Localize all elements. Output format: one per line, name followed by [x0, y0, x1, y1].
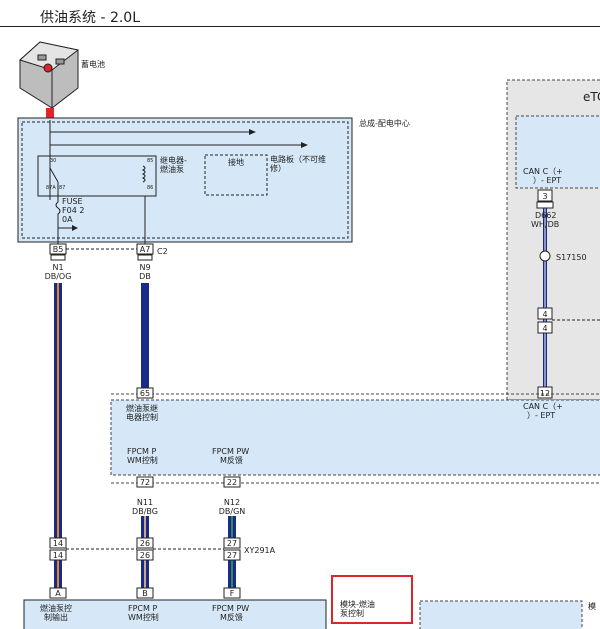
bottom-pwm-2: WM控制: [128, 612, 159, 622]
connector-a7-housing: [137, 254, 153, 261]
fpcm-pwm-out-2: WM控制: [127, 455, 158, 465]
wire-n11-id: N11: [137, 498, 153, 507]
connector-a7-label: A7: [140, 245, 151, 254]
connector-3-label: 3: [542, 192, 547, 201]
relay-pin-30: 30: [50, 158, 56, 164]
connector-26b-label: 26: [140, 551, 150, 560]
fuse-line2: F04 2: [62, 206, 84, 215]
pdc-label: 总成-配电中心: [359, 118, 410, 128]
relay-label-2: 燃油泵: [160, 164, 184, 174]
connector-pin-b-label: B: [142, 589, 148, 598]
fpcm-pwm-fb-2: M反馈: [220, 455, 243, 465]
fuse-line1: FUSE: [62, 197, 83, 206]
connector-3-housing: [536, 201, 554, 209]
connector-xy291a-label: XY291A: [244, 546, 276, 555]
connector-14a-label: 14: [53, 539, 63, 548]
right-cut-label: 模: [588, 601, 596, 611]
fpcm-label-1: 燃油泵继: [126, 403, 158, 413]
wire-n12-id: N12: [224, 498, 240, 507]
etc-title: eTC: [583, 90, 600, 104]
relay-pin-85: 85: [147, 158, 153, 164]
highlight-label-2: 泵控制: [340, 608, 364, 618]
bottom-pwm-1: FPCM P: [128, 604, 157, 613]
fpcm-label-2: 电器控制: [126, 412, 158, 422]
relay-pin-87: 87: [59, 185, 65, 191]
wire-n9-id: N9: [139, 263, 150, 272]
wire-n9-color: DB: [139, 272, 151, 281]
fpcm-can-line1: CAN C（+: [523, 402, 563, 411]
fpcm-pwm-out-1: FPCM P: [127, 447, 156, 456]
connector-4b-label: 4: [542, 324, 547, 333]
wiring-diagram: eTC CAN C（+ ）- EPT 3 D662 WH/DB S17150 4…: [17, 41, 600, 629]
connector-c2-label: C2: [157, 247, 168, 256]
connector-b5-housing: [50, 254, 66, 261]
connector-26a-label: 26: [140, 539, 150, 548]
connector-27a-label: 27: [227, 539, 237, 548]
highlight-label-1: 模块-燃油: [340, 599, 375, 609]
wire-n11-color: DB/BG: [132, 507, 158, 516]
connector-27b-label: 27: [227, 551, 237, 560]
right-bottom-module: [419, 600, 583, 629]
bottom-out-2: 制输出: [44, 612, 68, 622]
connector-14b-label: 14: [53, 551, 63, 560]
connector-22-label: 22: [227, 478, 237, 487]
relay-label-1: 继电器-: [160, 155, 187, 165]
wire-n1-color: DB/OG: [45, 272, 72, 281]
bottom-fb-1: FPCM PW: [212, 604, 249, 613]
connector-65-label: 65: [140, 389, 150, 398]
relay-pin-87a: 87A: [46, 185, 56, 191]
board-label-2: 修）: [270, 163, 286, 173]
bottom-out-1: 燃油泵控: [40, 603, 72, 613]
board-label-1: 电路板（不可维: [270, 154, 326, 164]
pdc-ground-label: 接地: [228, 157, 244, 167]
fpcm-can-line2: ）- EPT: [527, 411, 555, 420]
connector-72-label: 72: [140, 478, 150, 487]
relay-pin-86: 86: [147, 185, 153, 191]
connector-pin-f-label: F: [230, 589, 235, 598]
connector-4a-label: 4: [542, 310, 547, 319]
fpcm-pwm-fb-1: FPCM PW: [212, 447, 249, 456]
connector-b5-label: B5: [53, 245, 64, 254]
etc-can-top-line2: ）- EPT: [533, 176, 561, 185]
battery-label: 蓄电池: [81, 59, 105, 69]
fuse-line3: 0A: [62, 215, 73, 224]
bottom-fb-2: M反馈: [220, 612, 243, 622]
wire-n1-id: N1: [52, 263, 63, 272]
battery-icon: [19, 41, 80, 109]
wire-n9: [141, 283, 149, 388]
wire-d662-color: WH/DB: [531, 220, 559, 229]
wire-n12-color: DB/GN: [219, 507, 246, 516]
wire-d662-id: D662: [535, 211, 556, 220]
splice-s17150: [539, 250, 551, 262]
splice-s17150-label: S17150: [556, 253, 587, 262]
etc-can-top-line1: CAN C（+: [523, 167, 563, 176]
connector-pin-a-label: A: [55, 589, 61, 598]
